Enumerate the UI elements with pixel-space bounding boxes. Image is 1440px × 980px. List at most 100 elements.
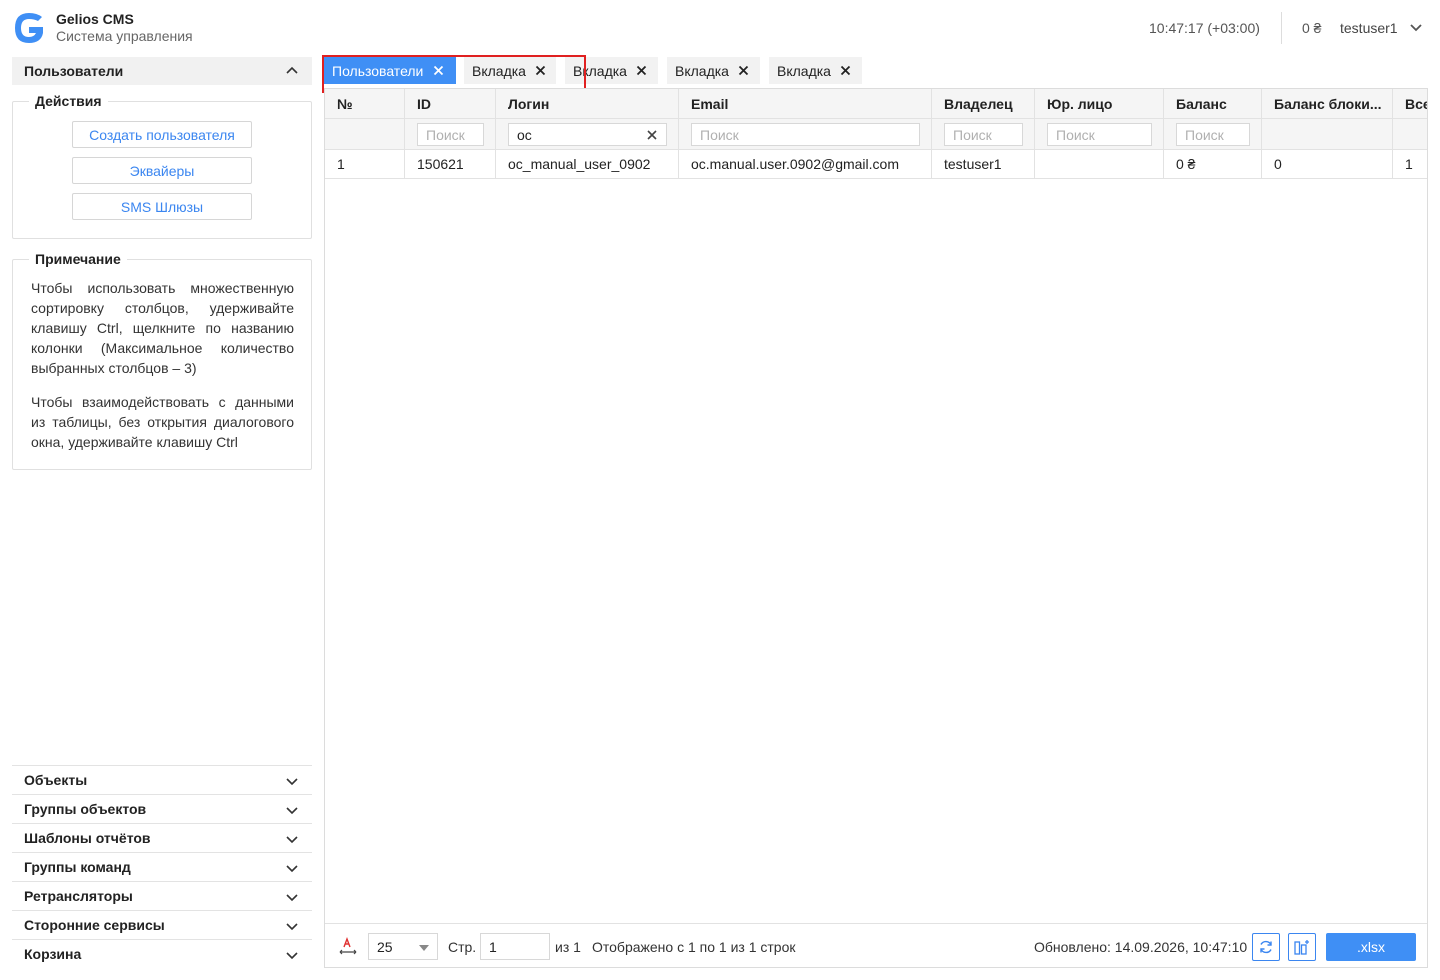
sidebar-item-report-templates[interactable]: Шаблоны отчётов	[12, 823, 312, 852]
cell-login: oc_manual_user_0902	[496, 150, 679, 178]
cell-owner: testuser1	[932, 150, 1035, 178]
filter-login-input[interactable]	[508, 123, 667, 146]
tab-label: Пользователи	[332, 62, 424, 79]
sidebar: Пользователи Действия Создать пользовате…	[12, 57, 312, 977]
tab-label: Вкладка	[472, 62, 526, 79]
tab-users[interactable]: Пользователи	[324, 57, 456, 84]
sidebar-item-label: Группы объектов	[24, 801, 147, 817]
sidebar-section-users[interactable]: Пользователи	[12, 57, 312, 85]
brand-title: Gelios CMS	[56, 11, 134, 27]
page-size-select[interactable]: 25	[368, 933, 438, 960]
cell-email: oc.manual.user.0902@gmail.com	[679, 150, 932, 178]
user-balance: 0 ₴	[1302, 20, 1322, 36]
tab-generic-2[interactable]: Вкладка	[565, 57, 658, 84]
page-size-value: 25	[377, 938, 393, 955]
header-divider	[1281, 12, 1282, 44]
user-menu-name[interactable]: testuser1	[1340, 20, 1398, 36]
cell-balance: 0 ₴	[1164, 150, 1262, 178]
sidebar-item-label: Корзина	[24, 946, 82, 962]
app-header: Gelios CMS Система управления 10:47:17 (…	[0, 0, 1440, 56]
tab-label: Вкладка	[573, 62, 627, 79]
filter-owner-input[interactable]	[944, 123, 1023, 146]
sidebar-item-third-party-services[interactable]: Сторонние сервисы	[12, 910, 312, 939]
note-ctrl-text: Чтобы взаимодействовать с данными из таб…	[31, 394, 294, 450]
refresh-icon	[1260, 940, 1272, 954]
gelios-logo-icon[interactable]	[11, 11, 47, 45]
filter-legal-entity-input[interactable]	[1047, 123, 1152, 146]
sidebar-item-objects[interactable]: Объекты	[12, 765, 312, 794]
tab-label: Вкладка	[675, 62, 729, 79]
column-header-legal-entity[interactable]: Юр. лицо	[1035, 89, 1164, 118]
column-header-id[interactable]: ID	[405, 89, 496, 118]
chevron-down-icon	[286, 836, 298, 844]
close-icon[interactable]	[433, 65, 444, 76]
tab-generic-1[interactable]: Вкладка	[464, 57, 556, 84]
sidebar-sections: Объекты Группы объектов Шаблоны отчётов …	[12, 765, 312, 968]
cell-blocked-balance: 0	[1262, 150, 1393, 178]
cell-all: 1	[1405, 156, 1413, 172]
note-sorting-text: Чтобы использовать множественную сортиро…	[31, 280, 294, 376]
note-legend: Примечание	[29, 251, 127, 267]
sidebar-item-trash[interactable]: Корзина	[12, 939, 312, 968]
column-header-login[interactable]: Логин	[496, 89, 679, 118]
sidebar-item-object-groups[interactable]: Группы объектов	[12, 794, 312, 823]
close-icon[interactable]	[840, 65, 851, 76]
chevron-down-icon	[286, 778, 298, 786]
column-settings-button[interactable]	[1288, 933, 1316, 961]
actions-legend: Действия	[29, 93, 108, 109]
cell-id: 150621	[405, 150, 496, 178]
column-header-email[interactable]: Email	[679, 89, 932, 118]
create-user-button[interactable]: Создать пользователя	[72, 121, 252, 148]
table-filter-row	[325, 119, 1427, 150]
actions-panel: Действия Создать пользователя Эквайеры S…	[12, 93, 312, 239]
chevron-down-icon	[286, 923, 298, 931]
column-header-owner[interactable]: Владелец	[932, 89, 1035, 118]
updated-timestamp: Обновлено: 14.09.2026, 10:47:10	[1034, 939, 1248, 955]
sidebar-item-label: Объекты	[24, 772, 88, 788]
chevron-down-icon	[286, 807, 298, 815]
chevron-up-icon	[286, 66, 298, 74]
sidebar-item-label: Шаблоны отчётов	[24, 830, 151, 846]
chevron-down-icon	[286, 894, 298, 902]
column-header-balance[interactable]: Баланс	[1164, 89, 1262, 118]
export-xlsx-button[interactable]: .xlsx	[1326, 933, 1416, 961]
filter-id-input[interactable]	[417, 123, 484, 146]
table-header-row: № ID Логин Email Владелец Юр. лицо Балан…	[325, 89, 1427, 119]
tab-generic-4[interactable]: Вкладка	[769, 57, 862, 84]
sidebar-item-label: Сторонние сервисы	[24, 917, 165, 933]
close-icon[interactable]	[535, 65, 546, 76]
brand-subtitle: Система управления	[56, 28, 193, 44]
table-row[interactable]: 1 150621 oc_manual_user_0902 oc.manual.u…	[325, 150, 1427, 179]
filter-balance-input[interactable]	[1176, 123, 1250, 146]
column-header-number[interactable]: №	[325, 89, 405, 118]
filter-email-input[interactable]	[691, 123, 920, 146]
column-header-blocked-balance[interactable]: Баланс блоки...	[1262, 89, 1393, 118]
page-number-input[interactable]	[480, 933, 550, 960]
sidebar-item-command-groups[interactable]: Группы команд	[12, 852, 312, 881]
filter-cell-blocked-balance	[1262, 119, 1393, 149]
column-header-all[interactable]: Все	[1393, 89, 1427, 118]
columns-icon	[1294, 940, 1309, 955]
sms-gateways-button[interactable]: SMS Шлюзы	[72, 193, 252, 220]
chevron-down-icon	[286, 952, 298, 960]
sidebar-item-label: Группы команд	[24, 859, 131, 875]
server-clock: 10:47:17 (+03:00)	[1149, 20, 1260, 36]
dropdown-arrow-icon	[419, 945, 429, 951]
cell-legal-entity	[1035, 150, 1164, 178]
sidebar-item-label: Ретрансляторы	[24, 888, 133, 904]
close-icon[interactable]	[738, 65, 749, 76]
refresh-button[interactable]	[1252, 933, 1280, 961]
chevron-down-icon[interactable]	[1409, 22, 1423, 34]
clear-filter-icon[interactable]	[647, 130, 657, 140]
rows-shown-text: Отображено с 1 по 1 из 1 строк	[592, 939, 796, 955]
table-footer: 25 Стр. из 1 Отображено с 1 по 1 из 1 ст…	[325, 923, 1427, 967]
sidebar-item-retranslators[interactable]: Ретрансляторы	[12, 881, 312, 910]
font-size-icon[interactable]	[338, 937, 358, 957]
filter-cell-number	[325, 119, 405, 149]
cell-number: 1	[325, 150, 405, 178]
tab-generic-3[interactable]: Вкладка	[667, 57, 760, 84]
users-table: № ID Логин Email Владелец Юр. лицо Балан…	[324, 88, 1428, 968]
acquirers-button[interactable]: Эквайеры	[72, 157, 252, 184]
chevron-down-icon	[286, 865, 298, 873]
close-icon[interactable]	[636, 65, 647, 76]
